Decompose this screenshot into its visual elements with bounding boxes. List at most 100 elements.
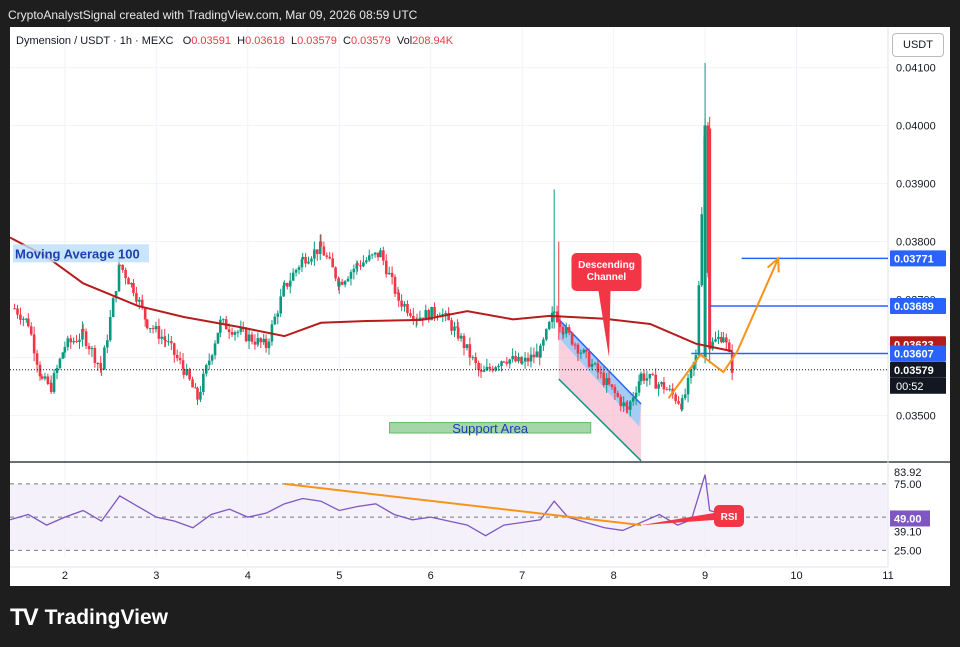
candle-body <box>108 317 112 341</box>
candle-body <box>637 381 641 393</box>
y-tick-label: 0.03500 <box>896 411 936 423</box>
x-tick-label: 9 <box>702 570 708 582</box>
candle-body <box>631 397 635 402</box>
candle-body <box>325 255 329 257</box>
candle-body <box>256 338 260 345</box>
candle-body <box>219 319 222 333</box>
y-tick-label: 0.04000 <box>896 121 936 133</box>
candle-body <box>607 378 611 385</box>
candle-body <box>725 337 728 343</box>
candle-body <box>384 260 388 275</box>
candle-body <box>370 254 374 256</box>
y-tick-label: 0.03800 <box>896 237 936 249</box>
candle-body <box>387 272 391 275</box>
x-tick-label: 3 <box>153 570 159 582</box>
candle-body <box>651 373 655 375</box>
candle-body <box>132 283 135 293</box>
chart-panel[interactable]: 2 3 4 5 6 7 8 9 10 11 Support Area Moving Average 1… <box>10 27 950 586</box>
candle-body <box>19 314 22 320</box>
candle-body <box>502 361 506 363</box>
candle-body <box>202 373 205 392</box>
candle-body <box>657 384 660 389</box>
candle-body <box>567 327 571 333</box>
channel-callout-pointer <box>598 291 611 358</box>
candle-body <box>468 344 472 358</box>
price-label: 0.03607 <box>894 349 934 361</box>
candle-body <box>511 356 514 360</box>
candle-body <box>550 312 554 322</box>
support-label: Support Area <box>452 421 529 436</box>
candle-body <box>674 394 677 402</box>
candle-body <box>55 367 59 374</box>
candle-body <box>605 378 608 386</box>
candle-body <box>379 250 382 258</box>
candle-body <box>539 345 542 358</box>
y-tick-label: 0.03900 <box>896 179 936 191</box>
candle-body <box>668 388 672 390</box>
candle-body <box>213 343 217 356</box>
candle-body <box>164 340 167 342</box>
countdown-label: 00:52 <box>896 381 924 393</box>
candle-body <box>523 357 527 362</box>
candle-body <box>508 359 512 364</box>
channel-label-2: Channel <box>587 272 627 283</box>
rsi-value-label: 49.00 <box>894 513 922 525</box>
candle-body <box>328 256 332 259</box>
candle-body <box>462 335 466 348</box>
candle-body <box>279 296 283 314</box>
candle-body <box>307 261 310 264</box>
candle-body <box>639 373 643 382</box>
candle-body <box>207 360 211 366</box>
candle-body <box>172 343 176 355</box>
candle-body <box>599 372 603 374</box>
candle-body <box>210 355 214 361</box>
candle-body <box>247 334 251 342</box>
candle-body <box>393 276 397 294</box>
candle-body <box>143 307 147 320</box>
chart-canvas[interactable]: 2 3 4 5 6 7 8 9 10 11 Support Area Moving Average 1… <box>10 27 950 586</box>
candle-body <box>340 281 344 285</box>
candle-body <box>474 357 478 363</box>
candle-body <box>52 373 56 392</box>
x-tick-label: 11 <box>882 570 893 582</box>
candle-body <box>304 256 307 264</box>
candle-body <box>488 366 492 369</box>
brand-name[interactable]: TradingView <box>45 606 168 630</box>
x-tick-label: 7 <box>519 570 525 582</box>
candle-body <box>505 361 509 364</box>
candle-body <box>170 341 173 344</box>
candle-body <box>63 347 67 353</box>
candle-body <box>579 352 583 354</box>
currency-button[interactable]: USDT <box>892 33 944 57</box>
candle-body <box>397 292 400 301</box>
candle-body <box>334 267 337 279</box>
candle-body <box>722 337 725 343</box>
candle-body <box>573 344 577 346</box>
candle-body <box>590 364 594 367</box>
candle-body <box>250 334 254 342</box>
candle-body <box>343 281 347 285</box>
candle-body <box>714 339 717 342</box>
candle-body <box>38 364 42 377</box>
candle-body <box>103 347 106 370</box>
candle-body <box>648 373 652 379</box>
candle-body <box>642 373 646 381</box>
tradingview-logo-icon: TV <box>10 604 39 631</box>
candle-body <box>154 325 158 330</box>
candle-body <box>520 361 524 364</box>
candle-body <box>593 363 597 365</box>
candle-body <box>622 402 625 407</box>
candle-body <box>514 356 517 362</box>
candle-body <box>117 264 121 292</box>
price-label: 0.03771 <box>894 253 934 265</box>
candle-body <box>78 339 81 342</box>
candle-body <box>227 329 231 333</box>
candle-body <box>151 328 155 330</box>
candle-body <box>135 292 138 302</box>
candle-body <box>93 348 97 363</box>
candle-body <box>66 338 70 348</box>
candle-body <box>576 344 580 354</box>
candle-body <box>680 398 684 410</box>
candle-body <box>626 406 629 410</box>
candle-body <box>178 358 182 361</box>
